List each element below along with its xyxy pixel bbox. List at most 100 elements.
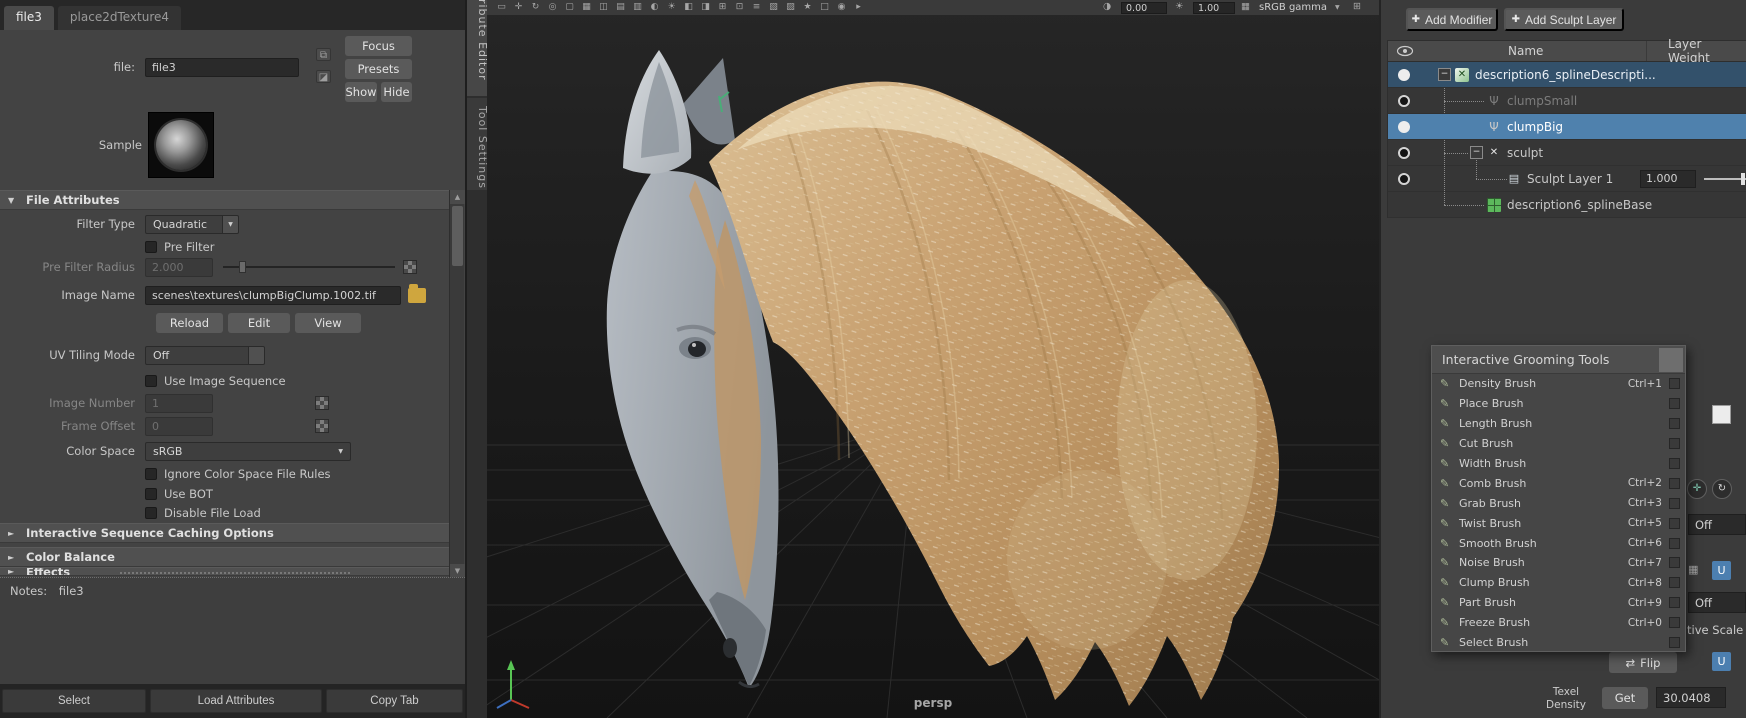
filter-type-dropdown-arrow[interactable]: ▼ <box>223 214 239 234</box>
reload-button[interactable]: Reload <box>156 313 223 333</box>
scroll-down-arrow[interactable]: ▼ <box>450 564 465 578</box>
layer-visibility-toggle[interactable] <box>1398 120 1410 133</box>
tool-checkbox[interactable] <box>1669 597 1680 609</box>
layer-row[interactable]: Ψ clumpBig <box>1388 114 1746 140</box>
viewport-toolbar-icon[interactable]: ▭ <box>493 0 510 15</box>
color-space-dropdown[interactable]: sRGB ▼ <box>145 441 351 461</box>
layer-row[interactable]: Ψ clumpSmall <box>1388 88 1746 114</box>
grooming-tool-item[interactable]: ✎ Noise Brush Ctrl+7 <box>1432 553 1685 573</box>
focus-button[interactable]: Focus <box>345 36 412 56</box>
tool-checkbox[interactable] <box>1669 458 1680 469</box>
layer-name[interactable]: description6_splineBase <box>1507 198 1652 212</box>
view-transform-selector[interactable]: sRGB gamma <box>1259 2 1327 13</box>
u-direction-button-1[interactable]: U <box>1712 561 1731 580</box>
pre-filter-checkbox[interactable] <box>145 241 157 253</box>
layer-row[interactable]: description6_splineBase <box>1388 192 1746 218</box>
viewport-toolbar-icon[interactable]: ✛ <box>510 0 527 15</box>
layer-row[interactable]: − ✕ description6_splineDescripti... <box>1388 62 1746 88</box>
map-grid-icon[interactable]: ▦ <box>1688 563 1702 577</box>
screen-space-dropdown[interactable]: Off <box>1688 514 1746 535</box>
grooming-tool-item[interactable]: ✎ Twist Brush Ctrl+5 <box>1432 513 1685 533</box>
section-color-balance[interactable]: ► Color Balance <box>0 547 449 567</box>
tool-checkbox[interactable] <box>1669 577 1680 589</box>
tool-checkbox[interactable] <box>1669 418 1680 430</box>
layer-name[interactable]: sculpt <box>1507 146 1543 160</box>
image-number-map-button[interactable] <box>315 396 329 410</box>
viewport-toolbar-icon[interactable]: ▦ <box>578 0 595 15</box>
viewport-toolbar-icon[interactable]: ★ <box>799 0 816 15</box>
scrollbar-thumb[interactable] <box>452 206 463 266</box>
tree-expander[interactable]: − <box>1438 68 1451 81</box>
panel-splitter[interactable] <box>120 572 350 574</box>
viewport-toolbar-icon[interactable]: ▤ <box>612 0 629 15</box>
uv-tiling-dropdown-arrow[interactable] <box>249 345 265 365</box>
layer-weight-field[interactable]: 1.000 <box>1640 169 1696 188</box>
layer-name[interactable]: clumpSmall <box>1507 94 1577 108</box>
window-menu-button[interactable] <box>1659 348 1683 372</box>
view-button[interactable]: View <box>295 313 361 333</box>
viewport-toolbar-icon[interactable]: ◉ <box>833 0 850 15</box>
layer-name[interactable]: Sculpt Layer 1 <box>1527 172 1613 186</box>
layer-weight-slider[interactable] <box>1704 172 1746 185</box>
flip-button[interactable]: ⇄ Flip <box>1609 652 1677 673</box>
color-swatch[interactable] <box>1712 405 1731 424</box>
pre-filter-radius-map-button[interactable] <box>403 260 417 274</box>
viewport-toolbar-icon[interactable]: ⊡ <box>731 0 748 15</box>
select-button[interactable]: Select <box>2 689 146 713</box>
viewport-toolbar-icon[interactable]: ◨ <box>697 0 714 15</box>
exposure-icon[interactable]: ◑ <box>1103 1 1111 12</box>
grooming-tool-item[interactable]: ✎ Width Brush <box>1432 454 1685 474</box>
grooming-tool-item[interactable]: ✎ Density Brush Ctrl+1 <box>1432 374 1685 394</box>
view-transform-dropdown-arrow[interactable]: ▼ <box>1335 4 1340 11</box>
layer-visibility-toggle[interactable] <box>1398 68 1410 81</box>
reset-circle-button[interactable]: ↻ <box>1712 479 1732 499</box>
name-column-header[interactable]: Name <box>1508 44 1543 58</box>
texel-density-get-button[interactable]: Get <box>1602 687 1648 709</box>
window-title-bar[interactable]: Interactive Grooming Tools <box>1432 346 1685 374</box>
file-name-input[interactable]: file3 <box>145 57 299 77</box>
exposure-field[interactable]: 0.00 <box>1121 2 1167 14</box>
add-sculpt-layer-button[interactable]: ✚ Add Sculpt Layer <box>1504 8 1624 31</box>
tool-checkbox[interactable] <box>1669 537 1680 549</box>
viewport-toolbar-icon[interactable]: ▥ <box>629 0 646 15</box>
tool-checkbox[interactable] <box>1669 477 1680 489</box>
tool-checkbox[interactable] <box>1669 617 1680 629</box>
tool-checkbox[interactable] <box>1669 378 1680 390</box>
viewport-panel[interactable]: ▭ ✛ ↻ ◎ ▢ ▦ ◫ ▤ ▥ ◐ ☀ ◧ ◨ ⊞ ⊡ ≡ ▧ ▨ ★ □ … <box>487 0 1379 718</box>
pivot-circle-button[interactable]: ✛ <box>1687 479 1707 499</box>
image-number-field[interactable]: 1 <box>145 393 213 413</box>
attribute-editor-scrollbar[interactable]: ▲ ▼ <box>449 190 465 578</box>
layer-row[interactable]: − ✕ sculpt <box>1388 140 1746 166</box>
viewport-toolbar-icon[interactable]: ↻ <box>527 0 544 15</box>
viewport-toolbar-icon[interactable]: ◧ <box>680 0 697 15</box>
tool-checkbox[interactable] <box>1669 557 1680 569</box>
grooming-tool-item[interactable]: ✎ Cut Brush <box>1432 434 1685 454</box>
copy-tab-button[interactable]: Copy Tab <box>326 689 463 713</box>
uv-tiling-dropdown[interactable]: Off <box>145 345 249 365</box>
grooming-tool-item[interactable]: ✎ Select Brush <box>1432 633 1685 653</box>
slider-handle[interactable] <box>239 261 246 273</box>
viewport-canvas[interactable] <box>487 0 1379 718</box>
gamma-field[interactable]: 1.00 <box>1193 2 1235 14</box>
frame-offset-field[interactable]: 0 <box>145 416 213 436</box>
notes-area[interactable]: Notes: file3 <box>0 577 465 684</box>
use-image-sequence-checkbox[interactable] <box>145 375 157 387</box>
compositing-icon-bottom[interactable]: ◪ <box>316 70 331 83</box>
viewport-toolbar-icon[interactable]: ▧ <box>765 0 782 15</box>
texture-sample-swatch[interactable] <box>148 112 214 178</box>
tree-expander[interactable]: − <box>1470 146 1483 159</box>
add-modifier-button[interactable]: ✚ Add Modifier <box>1406 8 1498 31</box>
pre-filter-radius-field[interactable]: 2.000 <box>145 257 213 277</box>
grooming-tool-item[interactable]: ✎ Freeze Brush Ctrl+0 <box>1432 613 1685 633</box>
layer-visibility-toggle[interactable] <box>1398 146 1410 159</box>
frame-offset-map-button[interactable] <box>315 419 329 433</box>
load-attributes-button[interactable]: Load Attributes <box>150 689 322 713</box>
use-bot-checkbox[interactable] <box>145 488 157 500</box>
u-direction-button-2[interactable]: U <box>1712 652 1731 671</box>
layer-name[interactable]: description6_splineDescripti... <box>1475 68 1656 82</box>
layer-row[interactable]: ▤ Sculpt Layer 1 1.000 <box>1388 166 1746 192</box>
hide-button[interactable]: Hide <box>381 82 412 102</box>
layer-visibility-toggle[interactable] <box>1398 172 1410 185</box>
disable-file-load-checkbox[interactable] <box>145 507 157 519</box>
section-interactive-sequence-caching[interactable]: ► Interactive Sequence Caching Options <box>0 523 449 543</box>
